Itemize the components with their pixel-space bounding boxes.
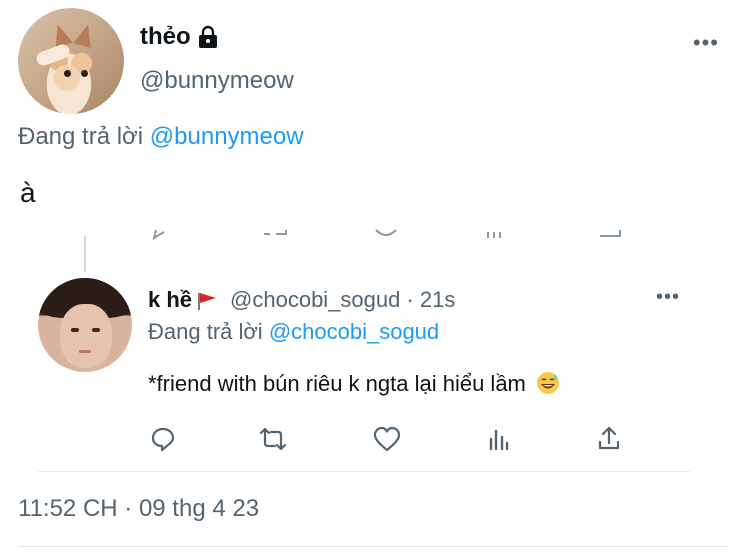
replying-to: Đang trả lời @chocobi_sogud (148, 318, 439, 346)
avatar[interactable] (18, 8, 124, 114)
replying-prefix: Đang trả lời (18, 123, 150, 150)
cat-eye (64, 70, 71, 77)
like-icon[interactable] (372, 424, 402, 454)
share-icon[interactable] (594, 424, 624, 454)
more-icon[interactable]: ••• (656, 286, 680, 309)
avatar[interactable] (38, 278, 132, 372)
tweet-text: à (20, 177, 36, 208)
flag-icon (196, 290, 218, 310)
grinning-sweat-emoji-icon (536, 371, 560, 395)
reply-icon[interactable] (148, 424, 178, 454)
avatar-face (60, 304, 112, 368)
timestamp[interactable]: 11:52 CH · 09 thg 4 23 (18, 494, 259, 524)
display-name[interactable]: thẻo (140, 22, 191, 52)
more-icon[interactable]: ••• (693, 30, 719, 56)
action-bar (148, 424, 628, 454)
cat-paw (34, 42, 72, 68)
replying-mention[interactable]: @bunnymeow (150, 123, 304, 150)
divider (18, 546, 728, 547)
reply-handle-time[interactable]: @chocobi_sogud · 21s (230, 286, 455, 314)
replying-mention[interactable]: @chocobi_sogud (269, 319, 439, 344)
cat-eye (81, 70, 88, 77)
replying-prefix: Đang trả lời (148, 319, 269, 344)
analytics-icon[interactable] (484, 424, 514, 454)
thread-line (84, 236, 86, 272)
reply-display-name[interactable]: k hề (148, 286, 192, 314)
cutoff-action-icons (152, 229, 621, 241)
avatar-eye (92, 328, 100, 332)
reply-text-row: *friend with bún riêu k ngta lại hiểu lầ… (148, 370, 560, 398)
replying-to: Đang trả lời @bunnymeow (18, 122, 304, 152)
cutoff-action-bar (150, 228, 640, 242)
reply-text: *friend with bún riêu k ngta lại hiểu lầ… (148, 371, 526, 396)
retweet-icon[interactable] (258, 424, 288, 454)
display-name-row[interactable]: thẻo (140, 22, 219, 52)
reply-header: k hề @chocobi_sogud · 21s (148, 286, 455, 314)
cat-ear (73, 22, 96, 48)
handle[interactable]: @bunnymeow (140, 66, 294, 96)
avatar-eye (71, 328, 79, 332)
lock-icon (197, 25, 219, 49)
avatar-mouth (79, 350, 91, 353)
reply-card[interactable]: k hề @chocobi_sogud · 21s ••• Đang trả l… (38, 270, 690, 472)
